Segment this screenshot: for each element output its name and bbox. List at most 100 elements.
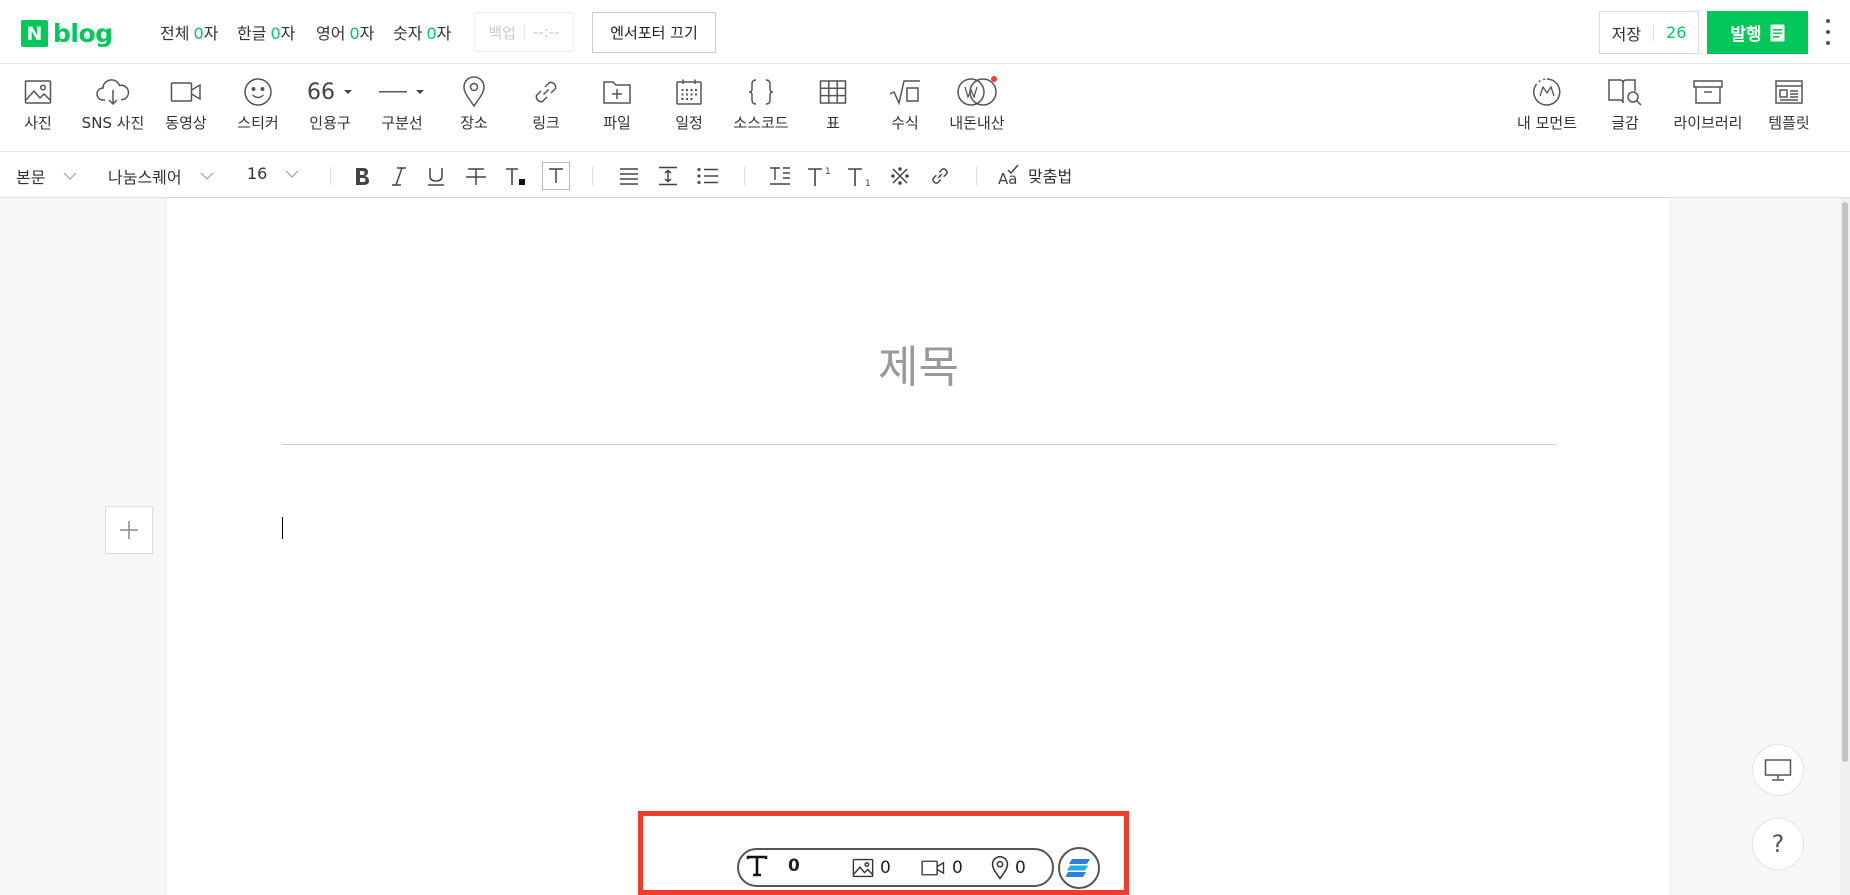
table-icon <box>819 80 847 104</box>
paragraph-style-value: 본문 <box>16 168 46 187</box>
new-badge-dot <box>991 76 997 82</box>
font-color-button[interactable] <box>502 162 530 190</box>
cloud-icon <box>96 79 130 106</box>
tool-photo[interactable]: 사진 <box>3 74 73 133</box>
font-size-value: 16 <box>247 164 268 183</box>
separator <box>330 167 331 185</box>
font-family-select[interactable]: 나눔스퀘어 <box>108 164 214 188</box>
font-size-select[interactable]: 16 <box>247 164 299 183</box>
add-component-button[interactable] <box>105 506 153 554</box>
tool-formula[interactable]: 수식 <box>870 74 940 133</box>
counter-label: 한글 <box>237 24 267 43</box>
content-stats-bar[interactable]: 0 0 0 0 <box>737 848 1054 887</box>
tool-library[interactable]: 라이브러리 <box>1671 74 1745 133</box>
font-color-icon <box>506 168 525 185</box>
tool-quote[interactable]: 66 인용구 <box>295 74 365 133</box>
tool-code[interactable]: 소스코드 <box>726 74 796 133</box>
stat-text-count: 0 <box>788 856 800 876</box>
insert-link-button[interactable] <box>926 162 954 190</box>
tool-label: 템플릿 <box>1768 114 1810 132</box>
code-icon <box>748 79 774 105</box>
monitor-icon <box>1764 759 1792 781</box>
stats-logo-button[interactable] <box>1058 847 1100 889</box>
tool-sns-photo[interactable]: SNS 사진 <box>78 74 148 133</box>
subscript-icon: 1 <box>848 168 871 187</box>
title-placeholder[interactable]: 제목 <box>167 331 1670 395</box>
paragraph-style-select[interactable]: 본문 <box>16 164 77 188</box>
preview-button[interactable] <box>1752 744 1804 796</box>
tool-label: 일정 <box>675 114 703 132</box>
more-menu-icon[interactable] <box>1823 19 1833 45</box>
text-icon <box>746 855 768 877</box>
save-button[interactable]: 저장 26 <box>1599 11 1699 54</box>
scrollbar-thumb[interactable] <box>1842 202 1848 762</box>
editor-canvas[interactable]: 제목 <box>166 198 1671 895</box>
tool-link[interactable]: 링크 <box>511 74 581 133</box>
tool-divider[interactable]: 구분선 <box>367 74 437 133</box>
spellcheck-button[interactable]: Aa 맞춤법 <box>998 163 1072 187</box>
counter-label: 숫자 <box>393 24 423 43</box>
counter-english: 영어 0자 <box>316 20 374 44</box>
tool-own-purchase[interactable]: 내돈내산 <box>942 74 1012 133</box>
tool-label: 파일 <box>603 114 631 132</box>
draft-count[interactable]: 26 <box>1666 23 1686 42</box>
tool-label: 수식 <box>891 114 919 132</box>
stat-place: 0 <box>991 856 1026 880</box>
naver-blog-logo[interactable]: N blog <box>21 19 113 48</box>
counter-unit: 자 <box>359 24 375 43</box>
stat-image-count: 0 <box>880 858 891 878</box>
background-color-button[interactable] <box>542 162 570 190</box>
stat-video-count: 0 <box>952 858 963 878</box>
counter-number: 숫자 0자 <box>393 20 451 44</box>
superscript-button[interactable]: 1 <box>806 162 834 190</box>
tool-table[interactable]: 표 <box>798 74 868 133</box>
quote-icon: 66 <box>307 79 335 105</box>
tool-label: 사진 <box>24 114 52 132</box>
align-button[interactable] <box>615 162 643 190</box>
place-icon <box>991 856 1009 880</box>
tool-place[interactable]: 장소 <box>439 74 509 133</box>
backup-time: --:-- <box>532 23 560 41</box>
tool-video[interactable]: 동영상 <box>151 74 221 133</box>
counter-value: 0 <box>270 24 281 43</box>
help-button[interactable]: ? <box>1752 818 1804 870</box>
text-spacing-button[interactable] <box>766 162 794 190</box>
list-button[interactable] <box>694 162 722 190</box>
svg-text:Aa: Aa <box>998 170 1017 186</box>
strikethrough-icon <box>466 168 486 185</box>
save-divider <box>1653 24 1655 41</box>
insert-toolbar: 사진 SNS 사진 동영상 스티커 66 인용구 구분선 장소 링크 파일 일정… <box>0 64 1850 152</box>
counter-value: 0 <box>349 24 360 43</box>
file-icon <box>603 81 631 104</box>
tool-file[interactable]: 파일 <box>582 74 652 133</box>
bold-icon <box>356 168 369 185</box>
letter-spacing-icon <box>770 167 790 185</box>
logo-text: blog <box>53 19 113 48</box>
stat-text: 0 <box>746 855 800 877</box>
italic-button[interactable] <box>385 162 413 190</box>
tool-writing-material[interactable]: 글감 <box>1590 74 1660 133</box>
backup-button[interactable]: 백업 --:-- <box>474 12 574 52</box>
tool-sticker[interactable]: 스티커 <box>223 74 293 133</box>
align-justify-icon <box>620 168 638 185</box>
publish-button[interactable]: 발행 <box>1707 11 1808 54</box>
special-char-button[interactable] <box>886 162 914 190</box>
counter-unit: 자 <box>280 24 296 43</box>
ensupporter-toggle-button[interactable]: 엔서포터 끄기 <box>592 12 716 53</box>
backup-label: 백업 <box>488 23 516 42</box>
line-height-button[interactable] <box>654 162 682 190</box>
link-icon <box>932 168 948 184</box>
bold-button[interactable] <box>348 162 376 190</box>
book-search-icon <box>1608 79 1642 106</box>
chevron-down-icon <box>285 170 299 178</box>
tool-my-moment[interactable]: 내 모먼트 <box>1512 74 1582 133</box>
subscript-button[interactable]: 1 <box>846 162 874 190</box>
video-icon <box>170 82 201 102</box>
chevron-down-icon <box>63 172 77 180</box>
tool-label: 라이브러리 <box>1673 114 1743 132</box>
tool-calendar[interactable]: 일정 <box>654 74 724 133</box>
chevron-down-icon <box>200 172 214 180</box>
strikethrough-button[interactable] <box>462 162 490 190</box>
tool-template[interactable]: 템플릿 <box>1754 74 1824 133</box>
underline-button[interactable] <box>422 162 450 190</box>
